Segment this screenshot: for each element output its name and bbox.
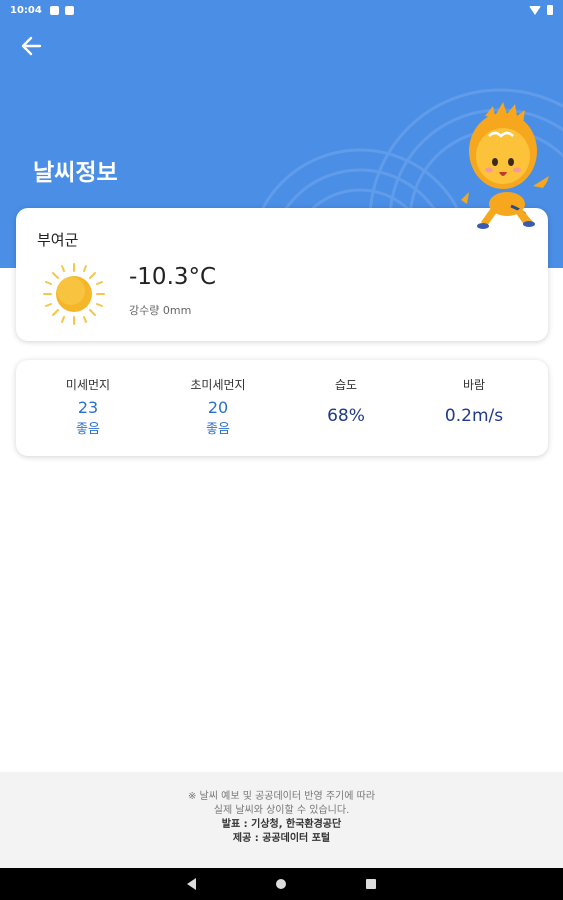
temperature: -10.3°C xyxy=(129,264,217,290)
mascot-character-icon xyxy=(461,102,549,229)
fine-dust-label: 미세먼지 xyxy=(65,378,111,392)
back-arrow-icon xyxy=(21,36,42,56)
humidity-stat: 습도 68% xyxy=(281,376,411,426)
status-bar: 10:04 xyxy=(0,0,563,20)
notification-icon xyxy=(49,5,59,15)
nav-home-icon[interactable] xyxy=(276,879,286,889)
footer-source: 발표 : 기상청, 한국환경공단 xyxy=(221,819,342,830)
fine-dust-stat: 미세먼지 23 좋음 xyxy=(23,376,153,437)
wind-value: 0.2m/s xyxy=(444,406,504,426)
ultra-fine-dust-stat: 초미세먼지 20 좋음 xyxy=(153,376,283,437)
footer: ※ 날씨 예보 및 공공데이터 반영 주기에 따라 실제 날씨와 상이할 수 있… xyxy=(0,772,563,868)
system-nav-bar xyxy=(0,868,563,900)
wifi-icon xyxy=(529,5,541,15)
page-title: 날씨정보 xyxy=(33,160,118,186)
sd-card-icon xyxy=(64,5,74,15)
humidity-label: 습도 xyxy=(334,378,358,392)
fine-dust-value: 23 xyxy=(77,398,99,417)
nav-back-icon[interactable] xyxy=(187,878,196,890)
battery-icon xyxy=(547,5,553,15)
footer-note-line1: ※ 날씨 예보 및 공공데이터 반영 주기에 따라 xyxy=(187,791,376,802)
ultra-fine-dust-value: 20 xyxy=(207,398,229,417)
region-name: 부여군 xyxy=(37,231,79,249)
wind-stat: 바람 0.2m/s xyxy=(409,376,539,426)
fine-dust-grade: 좋음 xyxy=(76,422,100,437)
air-quality-card: 미세먼지 23 좋음 초미세먼지 20 좋음 습도 68% 바람 0.2m/s xyxy=(16,360,548,456)
sun-icon xyxy=(43,263,105,325)
ultra-fine-dust-grade: 좋음 xyxy=(206,422,230,437)
footer-note-line2: 실제 날씨와 상이할 수 있습니다. xyxy=(213,805,350,816)
nav-recent-apps-icon[interactable] xyxy=(366,879,376,889)
back-button[interactable] xyxy=(18,32,46,60)
status-time: 10:04 xyxy=(10,4,42,16)
precipitation: 강수량 0mm xyxy=(129,304,192,317)
ultra-fine-dust-label: 초미세먼지 xyxy=(190,378,246,392)
humidity-value: 68% xyxy=(327,406,365,426)
wind-label: 바람 xyxy=(462,378,486,392)
footer-provider: 제공 : 공공데이터 포털 xyxy=(232,833,331,844)
